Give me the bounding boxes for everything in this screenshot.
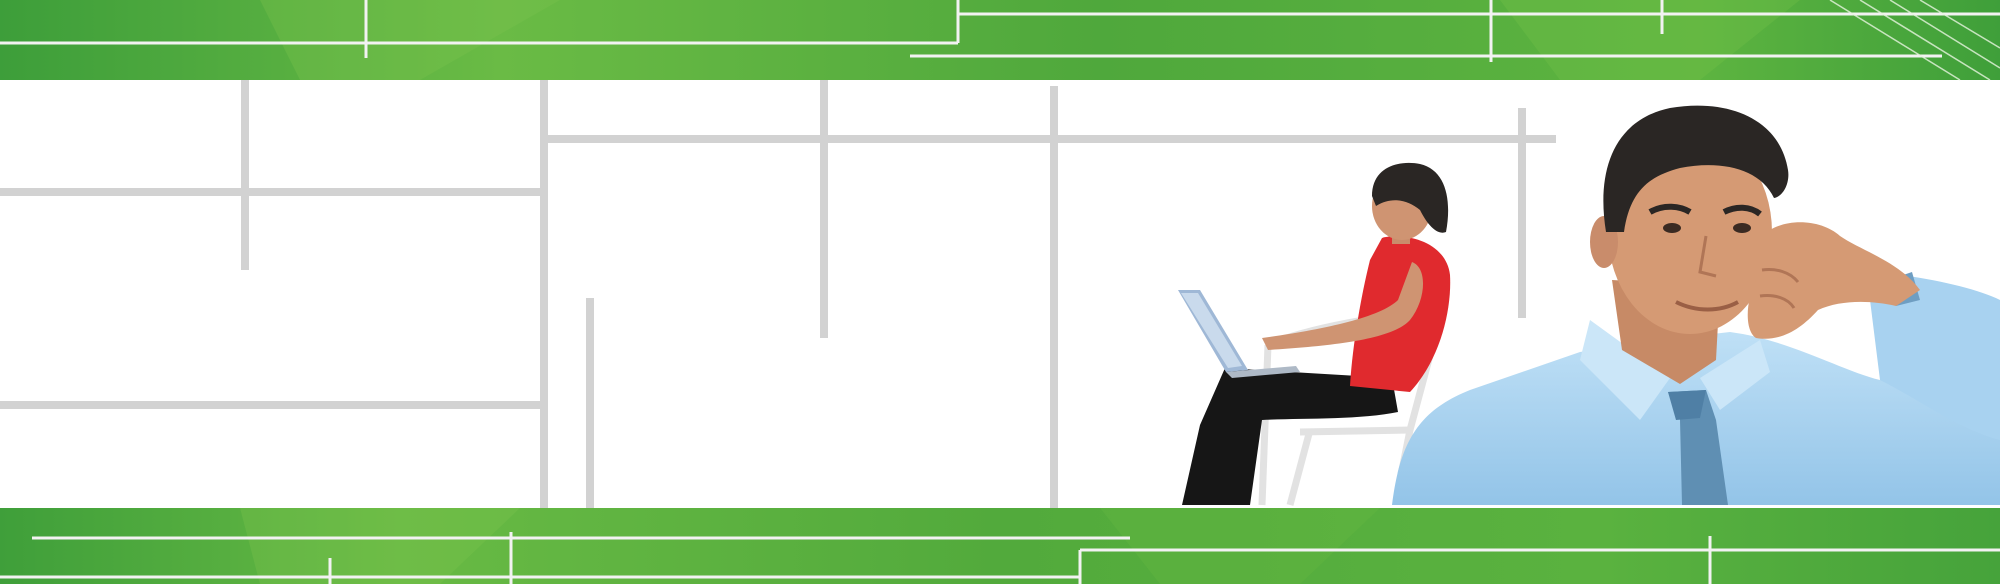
man-in-blue-shirt-photo <box>1392 105 2000 505</box>
hero-banner <box>0 0 2000 584</box>
banner-artwork <box>0 0 2000 584</box>
grey-line-grid <box>0 80 1556 508</box>
bottom-green-band <box>0 508 2000 584</box>
top-green-band <box>0 0 2000 81</box>
